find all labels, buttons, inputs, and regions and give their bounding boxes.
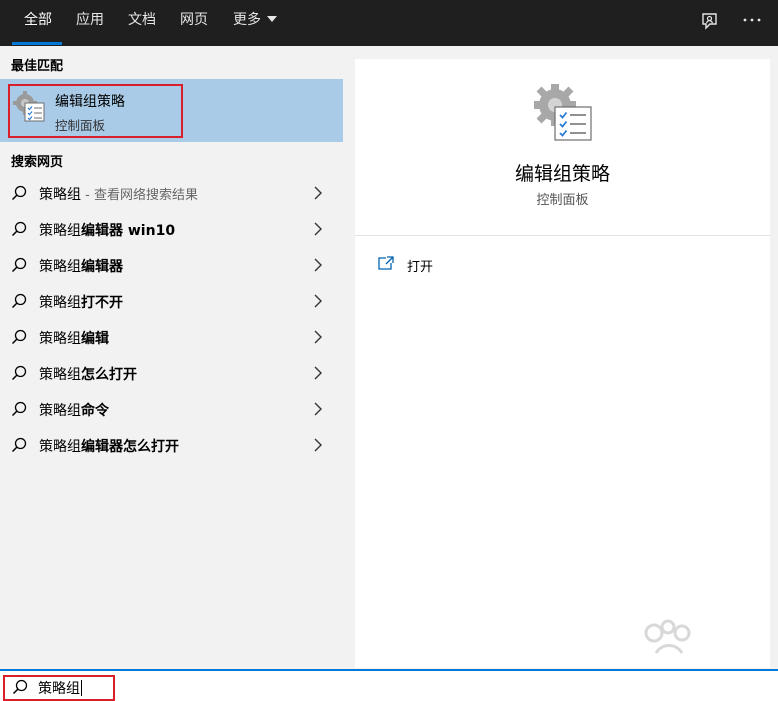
chevron-right-icon[interactable]	[313, 330, 323, 344]
divider	[355, 235, 770, 236]
search-icon	[11, 257, 27, 273]
search-icon	[11, 437, 27, 453]
query-prefix: 策略组	[39, 439, 81, 455]
web-search-item-text: 策略组编辑器 win10	[39, 220, 175, 240]
web-search-item[interactable]: 策略组打不开	[0, 283, 343, 319]
query-prefix: 策略组	[39, 367, 81, 383]
more-options-icon[interactable]	[741, 10, 763, 32]
web-search-item-text: 策略组编辑器怎么打开	[39, 436, 179, 456]
open-icon	[377, 255, 395, 271]
web-search-item[interactable]: 策略组编辑器怎么打开	[0, 427, 343, 463]
results-panel: 最佳匹配 编辑组策略 控制面板 搜索网页 策略组 - 查看网络搜索结果 策略组编辑…	[0, 46, 343, 668]
open-label: 打开	[407, 260, 434, 275]
chevron-right-icon[interactable]	[313, 402, 323, 416]
tab-more-label: 更多	[233, 12, 261, 28]
query-suggestion: 打不开	[81, 295, 123, 311]
search-icon	[11, 329, 27, 345]
query-prefix: 策略组	[39, 187, 81, 203]
annotation-search-box	[3, 675, 115, 701]
search-icon	[11, 221, 27, 237]
web-search-item-text: 策略组 - 查看网络搜索结果	[39, 184, 198, 204]
tab-web[interactable]: 网页	[180, 0, 208, 46]
web-search-item-text: 策略组怎么打开	[39, 364, 137, 384]
tab-documents[interactable]: 文档	[128, 0, 156, 46]
tab-apps[interactable]: 应用	[76, 0, 104, 46]
web-search-item[interactable]: 策略组怎么打开	[0, 355, 343, 391]
query-prefix: 策略组	[39, 403, 81, 419]
search-icon	[11, 401, 27, 417]
web-search-item-text: 策略组命令	[39, 400, 109, 420]
query-note: - 查看网络搜索结果	[81, 188, 198, 203]
chevron-right-icon[interactable]	[313, 294, 323, 308]
search-icon	[11, 365, 27, 381]
search-icon	[11, 185, 27, 201]
query-suggestion: 编辑器	[81, 259, 123, 275]
detail-subtitle: 控制面板	[536, 193, 589, 208]
query-prefix: 策略组	[39, 331, 81, 347]
chevron-right-icon[interactable]	[313, 258, 323, 272]
annotation-highlight-box	[8, 84, 183, 138]
query-suggestion: 编辑器怎么打开	[81, 439, 179, 455]
detail-title: 编辑组策略	[514, 163, 610, 185]
best-match-heading: 最佳匹配	[11, 59, 64, 74]
tab-all[interactable]: 全部	[24, 0, 52, 46]
detail-panel: 编辑组策略 控制面板 打开	[355, 59, 770, 668]
web-search-item[interactable]: 策略组编辑	[0, 319, 343, 355]
query-suggestion: 编辑器 win10	[81, 223, 176, 239]
top-nav-bar: 全部 应用 文档 网页 更多	[0, 0, 778, 46]
web-search-item[interactable]: 策略组 - 查看网络搜索结果	[0, 175, 343, 211]
query-prefix: 策略组	[39, 259, 81, 275]
web-search-item[interactable]: 策略组编辑器	[0, 247, 343, 283]
web-search-heading: 搜索网页	[11, 155, 64, 170]
web-search-item-text: 策略组打不开	[39, 292, 123, 312]
query-suggestion: 编辑	[81, 331, 109, 347]
group-policy-large-icon	[533, 83, 595, 145]
search-bar[interactable]: 策略组	[0, 669, 778, 701]
feedback-icon[interactable]	[699, 10, 721, 32]
web-search-item[interactable]: 策略组命令	[0, 391, 343, 427]
search-icon	[11, 293, 27, 309]
active-tab-indicator	[12, 42, 62, 45]
chevron-right-icon[interactable]	[313, 438, 323, 452]
web-search-item-text: 策略组编辑	[39, 328, 109, 348]
chevron-right-icon[interactable]	[313, 222, 323, 236]
query-suggestion: 命令	[81, 403, 109, 419]
query-prefix: 策略组	[39, 295, 81, 311]
web-search-item-text: 策略组编辑器	[39, 256, 123, 276]
chevron-down-icon	[267, 16, 277, 22]
tab-more[interactable]: 更多	[233, 0, 277, 46]
chevron-right-icon[interactable]	[313, 366, 323, 380]
query-prefix: 策略组	[39, 223, 81, 239]
web-search-item[interactable]: 策略组编辑器 win10	[0, 211, 343, 247]
chevron-right-icon[interactable]	[313, 186, 323, 200]
query-suggestion: 怎么打开	[81, 367, 137, 383]
